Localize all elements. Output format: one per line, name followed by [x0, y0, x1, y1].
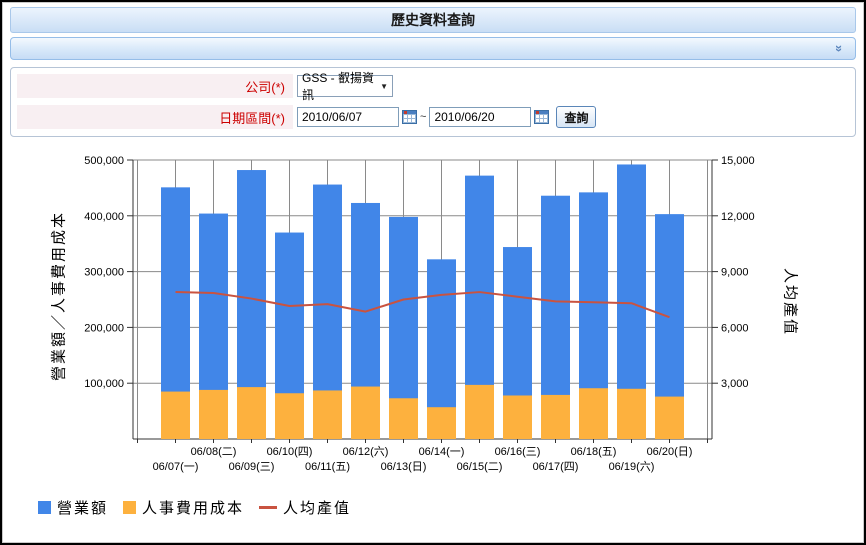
- right-tick-label: 12,000: [721, 211, 755, 223]
- page-title: 歷史資料查詢: [391, 12, 475, 28]
- bar-personnel-cost-06/20(日): [655, 396, 684, 439]
- start-date-input[interactable]: [297, 107, 399, 127]
- bar-personnel-cost-06/07(一): [161, 391, 190, 439]
- calendar-icon[interactable]: [534, 110, 550, 124]
- left-tick-label: 200,000: [84, 322, 124, 334]
- left-axis-title: 營業額／人事費用成本: [49, 210, 68, 382]
- x-category-label: 06/17(四): [533, 461, 579, 473]
- company-field: GSS - 叡揚資訊 ▼: [293, 71, 393, 102]
- left-tick-label: 300,000: [84, 267, 124, 279]
- bar-personnel-cost-06/14(一): [427, 407, 456, 439]
- x-category-label: 06/07(一): [153, 461, 199, 473]
- bar-personnel-cost-06/15(二): [465, 384, 494, 439]
- bar-personnel-cost-06/17(四): [541, 394, 570, 439]
- bar-personnel-cost-06/19(六): [617, 388, 646, 439]
- form-row-date-range: 日期區間(*) ~ 查詢: [17, 105, 849, 129]
- legend-swatch-revenue: [38, 501, 51, 514]
- bar-personnel-cost-06/16(三): [503, 395, 532, 439]
- legend-label-personnel-cost: 人事費用成本: [142, 499, 245, 517]
- right-tick-label: 15,000: [721, 155, 755, 167]
- left-tick-label: 400,000: [84, 211, 124, 223]
- collapsible-toolbar[interactable]: »: [10, 37, 856, 60]
- x-category-label: 06/20(日): [647, 446, 693, 458]
- legend-item-per-capita-output: 人均產值: [259, 497, 351, 518]
- legend-label-revenue: 營業額: [57, 499, 109, 517]
- company-select-value: GSS - 叡揚資訊: [302, 71, 375, 102]
- legend-item-revenue: 營業額: [38, 497, 108, 518]
- left-tick-label: 500,000: [84, 155, 124, 167]
- calendar-icon[interactable]: [402, 110, 417, 124]
- left-tick-label: 100,000: [84, 378, 124, 390]
- bar-personnel-cost-06/13(日): [389, 398, 418, 439]
- query-button[interactable]: 查詢: [556, 106, 597, 128]
- date-range-label: 日期區間(*): [17, 105, 293, 129]
- right-axis-title: 人均產值: [781, 267, 800, 337]
- form-row-company: 公司(*) GSS - 叡揚資訊 ▼: [17, 71, 849, 102]
- bar-personnel-cost-06/09(三): [237, 387, 266, 439]
- combo-chart: 100,000 200,000 300,000 400,000 500,000 3,000…: [84, 155, 755, 473]
- x-category-label: 06/13(日): [381, 461, 427, 473]
- x-category-label: 06/09(三): [229, 461, 275, 473]
- legend-label-per-capita-output: 人均產值: [283, 499, 352, 517]
- right-tick-label: 3,000: [721, 378, 749, 390]
- bar-personnel-cost-06/10(四): [275, 393, 304, 439]
- x-category-label: 06/12(六): [343, 445, 389, 458]
- x-category-label: 06/08(二): [191, 446, 237, 458]
- title-bar: 歷史資料查詢: [10, 7, 856, 33]
- x-category-label: 06/16(三): [495, 446, 541, 458]
- end-date-input[interactable]: [429, 107, 532, 127]
- app-window: 歷史資料查詢 » 公司(*) GSS - 叡揚資訊 ▼ 日期區間(*) ~ 查詢: [0, 0, 866, 545]
- date-range-separator: ~: [420, 111, 427, 123]
- right-tick-label: 9,000: [721, 267, 749, 279]
- right-tick-label: 6,000: [721, 322, 749, 334]
- chart-region: 100,000 200,000 300,000 400,000 500,000 3,000…: [2, 140, 864, 543]
- bar-personnel-cost-06/12(六): [351, 386, 380, 439]
- legend-line-swatch-per-capita-output: [259, 506, 278, 509]
- x-category-label: 06/11(五): [305, 461, 350, 473]
- dropdown-arrow-icon: ▼: [380, 81, 388, 91]
- x-category-label: 06/14(一): [419, 446, 465, 458]
- x-category-label: 06/15(二): [457, 461, 503, 473]
- query-form-panel: 公司(*) GSS - 叡揚資訊 ▼ 日期區間(*) ~ 查詢: [10, 67, 856, 137]
- chevron-double-down-icon[interactable]: »: [832, 45, 847, 52]
- legend-item-personnel-cost: 人事費用成本: [123, 497, 244, 518]
- company-label: 公司(*): [17, 74, 293, 98]
- bar-personnel-cost-06/11(五): [313, 390, 342, 439]
- date-range-field: ~ 查詢: [293, 105, 597, 129]
- x-category-label: 06/18(五): [571, 446, 617, 458]
- chart-legend: 營業額 人事費用成本 人均產值: [38, 497, 351, 518]
- company-select[interactable]: GSS - 叡揚資訊 ▼: [297, 71, 393, 102]
- legend-swatch-personnel-cost: [123, 501, 137, 514]
- bar-personnel-cost-06/08(二): [199, 389, 228, 439]
- x-category-label: 06/10(四): [267, 446, 313, 458]
- x-category-label: 06/19(六): [609, 460, 655, 473]
- bar-personnel-cost-06/18(五): [579, 388, 608, 439]
